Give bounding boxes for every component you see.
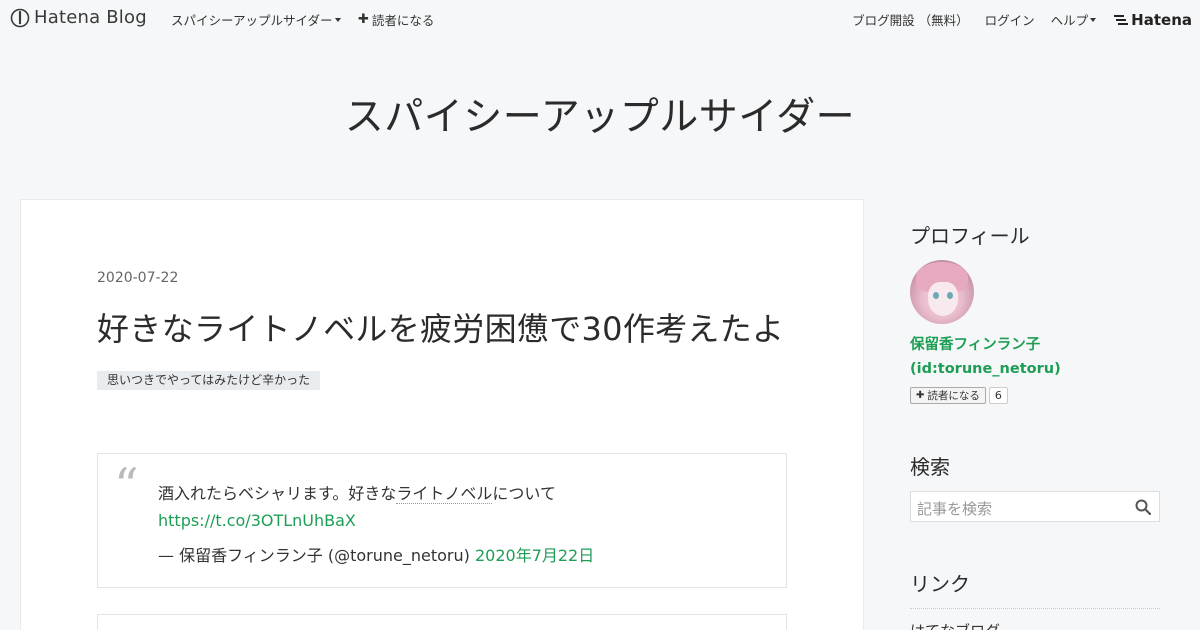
caret-down-icon [334,17,341,22]
divider [910,608,1160,609]
sidebar-subscribe: ✚ 読者になる 6 [910,387,1008,404]
help-dropdown[interactable]: ヘルプ [1051,10,1097,29]
entry-card: 2020-07-22 好きなライトノベルを疲労困憊で30作考えたよ 思いつきでや… [20,199,864,630]
avatar-face [928,282,958,316]
sidebar-subscribe-button[interactable]: ✚ 読者になる [910,387,986,404]
quote-url-link[interactable]: https://t.co/3OTLnUhBaX [158,511,356,530]
quote-text-prefix: 酒入れたらベシャリます。好きな [158,484,397,503]
plus-icon: ✚ [358,12,369,27]
hatena-logo[interactable]: Hatena [1114,11,1192,29]
hatena-blog-logo-icon [10,8,30,27]
create-blog-link[interactable]: ブログ開設 （無料） [852,10,968,29]
profile-heading: プロフィール [910,224,1030,248]
plus-icon: ✚ [916,390,925,401]
sidebar-subscribe-label: 読者になる [927,390,980,402]
hatena-stripes-icon [1114,14,1129,25]
blog-menu-label: スパイシーアップルサイダー [171,13,333,28]
quote-attribution: — 保留香フィンラン子 (@torune_netoru) 2020年7月22日 [158,542,594,566]
embedded-tweet-quote: “ 酒入れたらベシャリます。好きなライトノベルについて https://t.co… [97,453,787,588]
avatar-eye [933,292,939,299]
search-placeholder: 記事を検索 [917,500,993,518]
quote-text-suffix: について [492,484,556,503]
profile-id: (id:torune_netoru) [910,361,1061,377]
help-label: ヘルプ [1050,13,1089,28]
hatena-blog-logo[interactable]: Hatena Blog [10,7,147,28]
quote-keyword-link[interactable]: ライトノベル [396,484,493,504]
profile-name-link[interactable]: 保留香フィンラン子 (id:torune_netoru) [910,333,1061,381]
blog-title[interactable]: スパイシーアップルサイダー [0,86,1200,142]
profile-display-name: 保留香フィンラン子 [910,337,1041,353]
quote-author: — 保留香フィンラン子 (@torune_netoru) [158,546,470,565]
caret-down-icon [1090,17,1097,22]
entry-title[interactable]: 好きなライトノベルを疲労困憊で30作考えたよ [97,304,784,350]
hatena-logo-text: Hatena [1131,10,1192,29]
blog-menu-dropdown[interactable]: スパイシーアップルサイダー [171,10,341,29]
links-heading: リンク [910,572,970,596]
quote-text: 酒入れたらベシャリます。好きなライトノベルについて [158,480,556,504]
next-embed-box [97,614,787,630]
quote-date-link[interactable]: 2020年7月22日 [475,546,594,565]
top-navbar: Hatena Blog スパイシーアップルサイダー ✚ 読者になる ブログ開設 … [0,0,1200,36]
logo-text: Hatena Blog [34,7,147,28]
search-input[interactable]: 記事を検索 [910,491,1160,522]
entry-date[interactable]: 2020-07-22 [97,270,178,286]
top-nav-right: ブログ開設 （無料） ログイン ヘルプ Hatena [836,10,1192,29]
avatar[interactable] [910,260,974,324]
login-link[interactable]: ログイン [985,10,1035,29]
subscriber-count: 6 [988,387,1008,404]
subscribe-link[interactable]: ✚ 読者になる [358,10,434,29]
hatena-blog-link[interactable]: はてなブログ [910,620,1000,630]
quote-mark-icon: “ [114,458,139,514]
search-heading: 検索 [910,455,950,479]
avatar-eye [947,292,953,299]
subscribe-label: 読者になる [371,13,435,28]
search-icon[interactable] [1135,499,1151,515]
entry-category-tag[interactable]: 思いつきでやってはみたけど辛かった [97,371,321,390]
